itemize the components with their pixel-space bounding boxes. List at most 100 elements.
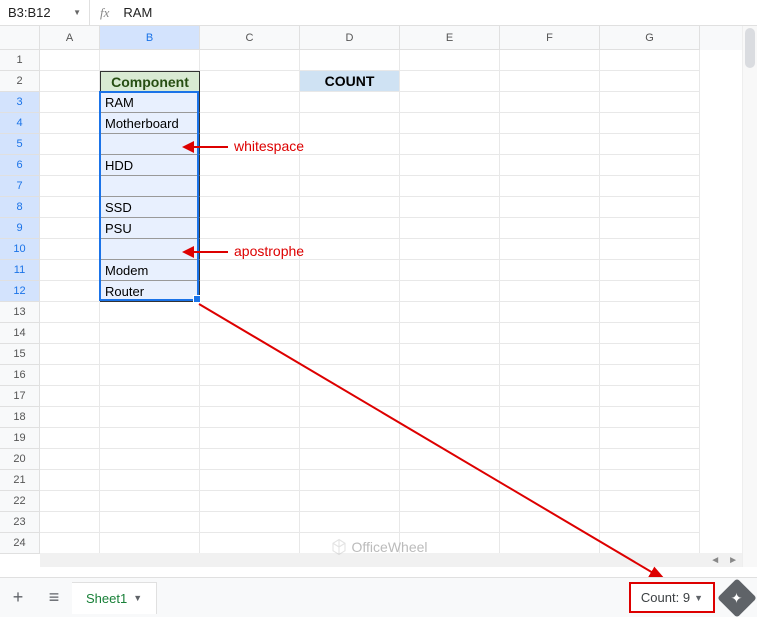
cell[interactable] bbox=[40, 260, 100, 281]
cell[interactable] bbox=[600, 428, 700, 449]
cell[interactable] bbox=[100, 533, 200, 554]
row-header[interactable]: 20 bbox=[0, 449, 40, 470]
cell[interactable] bbox=[600, 365, 700, 386]
cell[interactable] bbox=[100, 50, 200, 71]
cell[interactable] bbox=[200, 281, 300, 302]
cell[interactable] bbox=[500, 155, 600, 176]
cell[interactable] bbox=[40, 344, 100, 365]
cell[interactable] bbox=[100, 323, 200, 344]
name-box-dropdown-icon[interactable]: ▼ bbox=[73, 8, 81, 17]
cell[interactable] bbox=[100, 428, 200, 449]
cell[interactable] bbox=[40, 50, 100, 71]
cell[interactable] bbox=[400, 155, 500, 176]
row-header[interactable]: 3 bbox=[0, 92, 40, 113]
cell[interactable] bbox=[300, 344, 400, 365]
sheet-tab[interactable]: Sheet1 ▼ bbox=[72, 582, 157, 614]
cell[interactable] bbox=[500, 323, 600, 344]
cell[interactable] bbox=[400, 512, 500, 533]
cell[interactable] bbox=[500, 407, 600, 428]
row-header[interactable]: 1 bbox=[0, 50, 40, 71]
cell[interactable] bbox=[500, 92, 600, 113]
cell[interactable] bbox=[40, 239, 100, 260]
cell[interactable] bbox=[200, 470, 300, 491]
cell[interactable] bbox=[300, 386, 400, 407]
status-count[interactable]: Count: 9 ▼ bbox=[629, 582, 715, 613]
cell[interactable] bbox=[400, 449, 500, 470]
cell[interactable] bbox=[300, 113, 400, 134]
cell[interactable] bbox=[300, 449, 400, 470]
cell[interactable] bbox=[300, 302, 400, 323]
cell[interactable] bbox=[400, 176, 500, 197]
formula-input[interactable] bbox=[119, 5, 757, 20]
cell[interactable] bbox=[600, 50, 700, 71]
cell[interactable] bbox=[200, 386, 300, 407]
row-header[interactable]: 18 bbox=[0, 407, 40, 428]
cell[interactable] bbox=[40, 176, 100, 197]
cell[interactable]: SSD bbox=[100, 197, 200, 218]
row-header[interactable]: 5 bbox=[0, 134, 40, 155]
cell[interactable] bbox=[100, 407, 200, 428]
row-header[interactable]: 10 bbox=[0, 239, 40, 260]
row-header[interactable]: 4 bbox=[0, 113, 40, 134]
cell[interactable] bbox=[200, 113, 300, 134]
cell[interactable] bbox=[100, 470, 200, 491]
cell[interactable] bbox=[40, 512, 100, 533]
cell[interactable] bbox=[500, 71, 600, 92]
cell[interactable] bbox=[200, 260, 300, 281]
cell[interactable] bbox=[300, 323, 400, 344]
cell[interactable] bbox=[400, 323, 500, 344]
cell[interactable] bbox=[600, 155, 700, 176]
all-sheets-button[interactable]: ≡ bbox=[36, 580, 72, 616]
cell[interactable] bbox=[400, 197, 500, 218]
cell[interactable] bbox=[300, 155, 400, 176]
cell[interactable]: Component bbox=[100, 71, 200, 92]
row-header[interactable]: 14 bbox=[0, 323, 40, 344]
cell[interactable] bbox=[200, 197, 300, 218]
column-header[interactable]: B bbox=[100, 26, 200, 50]
row-header[interactable]: 9 bbox=[0, 218, 40, 239]
cell[interactable] bbox=[400, 134, 500, 155]
cell[interactable] bbox=[100, 491, 200, 512]
cell[interactable] bbox=[40, 92, 100, 113]
row-header[interactable]: 15 bbox=[0, 344, 40, 365]
cell[interactable] bbox=[300, 218, 400, 239]
cell[interactable]: Modem bbox=[100, 260, 200, 281]
cell[interactable] bbox=[300, 92, 400, 113]
cell[interactable] bbox=[500, 428, 600, 449]
cell[interactable] bbox=[200, 218, 300, 239]
cell[interactable] bbox=[40, 365, 100, 386]
row-header[interactable]: 11 bbox=[0, 260, 40, 281]
cell[interactable] bbox=[500, 134, 600, 155]
row-header[interactable]: 24 bbox=[0, 533, 40, 554]
cell[interactable] bbox=[300, 176, 400, 197]
cell[interactable] bbox=[40, 218, 100, 239]
cell[interactable] bbox=[400, 50, 500, 71]
vertical-scrollbar[interactable] bbox=[742, 26, 757, 567]
cell[interactable] bbox=[600, 260, 700, 281]
cell[interactable] bbox=[40, 134, 100, 155]
cell[interactable] bbox=[40, 533, 100, 554]
column-header[interactable]: E bbox=[400, 26, 500, 50]
cell[interactable]: COUNT bbox=[300, 71, 400, 92]
cell[interactable] bbox=[40, 197, 100, 218]
row-header[interactable]: 17 bbox=[0, 386, 40, 407]
cell[interactable] bbox=[200, 50, 300, 71]
cell[interactable] bbox=[100, 386, 200, 407]
cell[interactable] bbox=[400, 428, 500, 449]
add-sheet-button[interactable]: + bbox=[0, 580, 36, 616]
cell[interactable] bbox=[600, 512, 700, 533]
cell[interactable] bbox=[40, 323, 100, 344]
cell[interactable] bbox=[600, 197, 700, 218]
cell[interactable]: Motherboard bbox=[100, 113, 200, 134]
row-header[interactable]: 8 bbox=[0, 197, 40, 218]
sheet-tab-dropdown-icon[interactable]: ▼ bbox=[133, 593, 142, 603]
cells-area[interactable]: ComponentCOUNTRAMMotherboardHDDSSDPSUMod… bbox=[40, 50, 742, 566]
cell[interactable] bbox=[400, 491, 500, 512]
cell[interactable] bbox=[600, 239, 700, 260]
column-header[interactable]: A bbox=[40, 26, 100, 50]
cell[interactable] bbox=[100, 302, 200, 323]
cell[interactable] bbox=[600, 218, 700, 239]
cell[interactable] bbox=[500, 218, 600, 239]
cell[interactable] bbox=[40, 155, 100, 176]
cell[interactable] bbox=[400, 281, 500, 302]
